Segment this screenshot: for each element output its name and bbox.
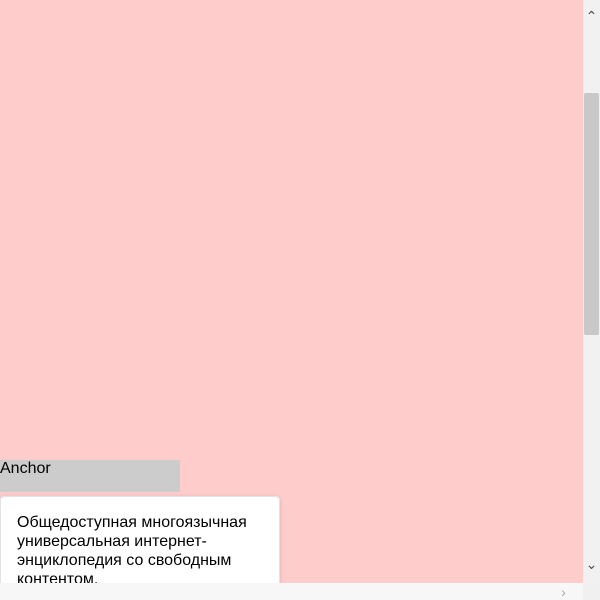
scrollable-page-area: Anchor Общедоступная многоязычная универ…	[0, 0, 583, 583]
chevron-right-icon[interactable]: ›	[555, 583, 572, 600]
popover: Общедоступная многоязычная универсальная…	[0, 496, 280, 583]
scrollbar-corner	[583, 583, 600, 600]
horizontal-scrollbar[interactable]: ›	[0, 583, 583, 600]
popover-text: Общедоступная многоязычная универсальная…	[17, 514, 247, 583]
browser-viewport: Anchor Общедоступная многоязычная универ…	[0, 0, 600, 600]
anchor-element[interactable]: Anchor	[0, 460, 180, 492]
chevron-down-icon[interactable]: ⌄	[583, 556, 600, 573]
vertical-scrollbar[interactable]: ⌃ ⌄	[583, 0, 600, 583]
chevron-up-icon[interactable]: ⌃	[583, 8, 600, 25]
vertical-scroll-thumb[interactable]	[584, 93, 599, 335]
